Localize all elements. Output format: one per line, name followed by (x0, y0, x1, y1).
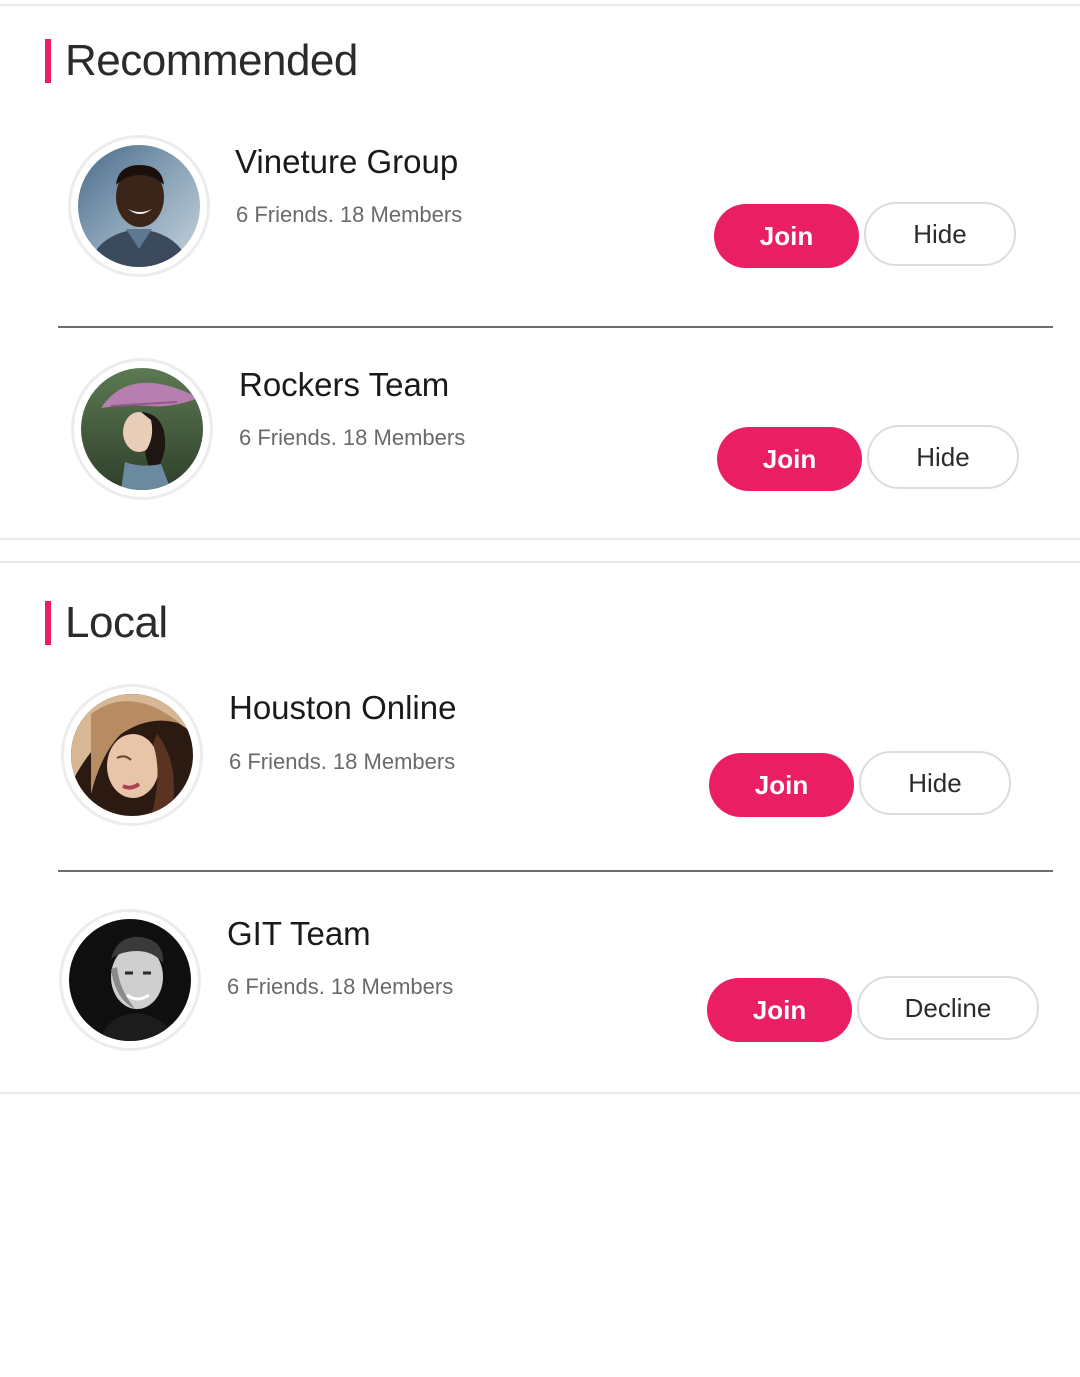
local-section: Local Houston Online 6 Friends. 18 Membe… (0, 561, 1080, 1094)
section-accent-bar (45, 39, 51, 83)
item-divider (58, 870, 1053, 872)
recommended-section: Recommended Vineture Group 6 Friends. 18… (0, 4, 1080, 540)
item-divider (58, 326, 1053, 328)
join-button[interactable]: Join (714, 204, 859, 268)
group-name[interactable]: Houston Online (229, 689, 456, 727)
join-button[interactable]: Join (709, 753, 854, 817)
group-name[interactable]: GIT Team (227, 915, 371, 953)
section-header: Local (45, 598, 168, 648)
join-button[interactable]: Join (707, 978, 852, 1042)
section-accent-bar (45, 601, 51, 645)
group-stats: 6 Friends. 18 Members (239, 425, 466, 450)
avatar[interactable] (59, 909, 201, 1051)
decline-button[interactable]: Decline (857, 976, 1039, 1040)
avatar[interactable] (68, 135, 210, 277)
group-name[interactable]: Rockers Team (239, 366, 449, 404)
section-header: Recommended (45, 36, 358, 86)
section-title: Recommended (65, 36, 358, 85)
avatar[interactable] (71, 358, 213, 500)
group-stats: 6 Friends. 18 Members (229, 749, 456, 774)
group-stats: 6 Friends. 18 Members (236, 202, 463, 227)
group-stats: 6 Friends. 18 Members (227, 974, 454, 999)
section-title: Local (65, 598, 168, 647)
avatar[interactable] (61, 684, 203, 826)
join-button[interactable]: Join (717, 427, 862, 491)
hide-button[interactable]: Hide (864, 202, 1016, 266)
hide-button[interactable]: Hide (859, 751, 1011, 815)
group-name[interactable]: Vineture Group (235, 143, 458, 181)
hide-button[interactable]: Hide (867, 425, 1019, 489)
